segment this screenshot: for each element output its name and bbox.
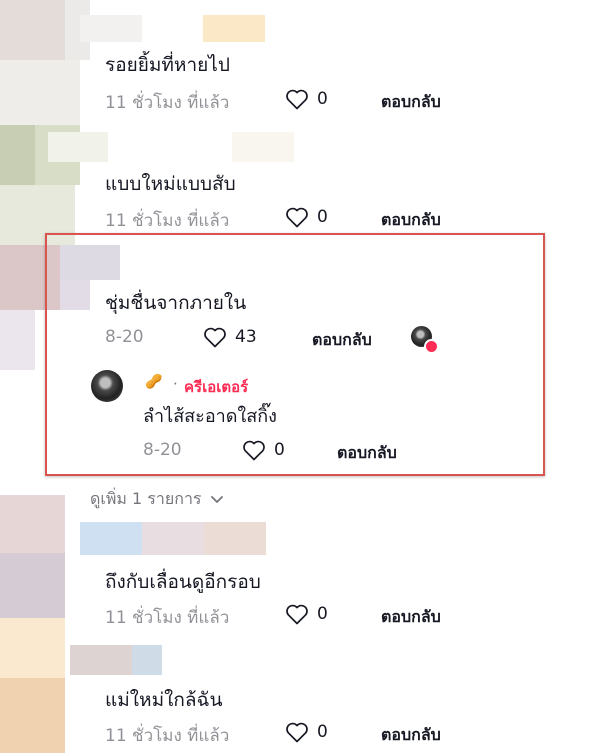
like-count: 0 (317, 722, 328, 742)
comment-time: 11 ชั่วโมง ที่แล้ว (105, 608, 230, 628)
like-count: 0 (317, 604, 328, 624)
blurred-avatar (0, 678, 65, 753)
blurred-avatar (0, 0, 65, 60)
comment-time: 11 ชั่วโมง ที่แล้ว (105, 726, 230, 746)
blurred-username (80, 15, 142, 42)
comment-text: ถึงกับเลื่อนดูอีกรอบ (105, 571, 261, 593)
reply-text: ลำไส้สะอาดใสกิ๊ง (143, 406, 277, 427)
like-count: 0 (274, 440, 285, 460)
like-button[interactable]: 43 (203, 326, 257, 348)
blurred-username (80, 522, 142, 555)
like-count: 0 (317, 89, 328, 109)
chevron-down-icon (210, 495, 223, 503)
comment-time: 11 ชั่วโมง ที่แล้ว (105, 211, 230, 231)
comment-text: รอยยิ้มที่หายไป (105, 54, 230, 76)
blurred-avatar (0, 125, 35, 185)
creator-avatar[interactable] (91, 370, 123, 402)
heart-icon (286, 207, 308, 228)
separator: · (173, 375, 178, 393)
like-button[interactable]: 0 (285, 721, 328, 743)
blurred-avatar (0, 310, 35, 370)
see-more-label: ดูเพิ่ม 1 รายการ (90, 489, 202, 508)
blurred-username (204, 522, 266, 555)
reply-button[interactable]: ตอบกลับ (337, 441, 397, 466)
heart-icon (286, 604, 308, 625)
heart-icon (286, 722, 308, 743)
like-count: 0 (317, 207, 328, 227)
creator-liked-heart-icon (424, 339, 439, 354)
reply-time: 8-20 (143, 440, 182, 460)
blurred-username (70, 645, 132, 675)
blurred-username (203, 15, 265, 42)
like-button[interactable]: 0 (285, 88, 328, 110)
heart-icon (243, 440, 265, 461)
blurred-username (132, 645, 162, 675)
like-button[interactable]: 0 (242, 439, 285, 461)
reply-button[interactable]: ตอบกลับ (381, 208, 441, 233)
blurred-username (48, 132, 108, 162)
reply-button[interactable]: ตอบกลับ (381, 90, 441, 115)
blurred-avatar (0, 60, 80, 125)
comment-text: แม่ใหม่ใกล้ฉัน (105, 689, 223, 711)
heart-icon (204, 327, 226, 348)
like-button[interactable]: 0 (285, 603, 328, 625)
heart-icon (286, 89, 308, 110)
blurred-avatar (0, 553, 65, 618)
peanut-icon: 🥜 (145, 374, 163, 390)
blurred-avatar (0, 618, 65, 678)
comment-text: ชุ่มชื่นจากภายใน (105, 292, 247, 314)
blurred-username (142, 522, 204, 555)
reply-button[interactable]: ตอบกลับ (312, 328, 372, 353)
blurred-username (232, 132, 294, 162)
reply-button[interactable]: ตอบกลับ (381, 605, 441, 630)
highlight-frame (45, 233, 545, 476)
reply-button[interactable]: ตอบกลับ (381, 723, 441, 748)
comment-time: 11 ชั่วโมง ที่แล้ว (105, 93, 230, 113)
creator-badge: ครีเอเตอร์ (184, 378, 249, 396)
see-more-replies-button[interactable]: ดูเพิ่ม 1 รายการ (90, 487, 224, 512)
comment-time: 8-20 (105, 327, 144, 347)
comment-text: แบบใหม่แบบสับ (105, 173, 236, 195)
like-count: 43 (235, 327, 257, 347)
comment-panel: รอยยิ้มที่หายไป 11 ชั่วโมง ที่แล้ว 0 ตอบ… (0, 0, 607, 753)
blurred-avatar (0, 495, 65, 553)
like-button[interactable]: 0 (285, 206, 328, 228)
